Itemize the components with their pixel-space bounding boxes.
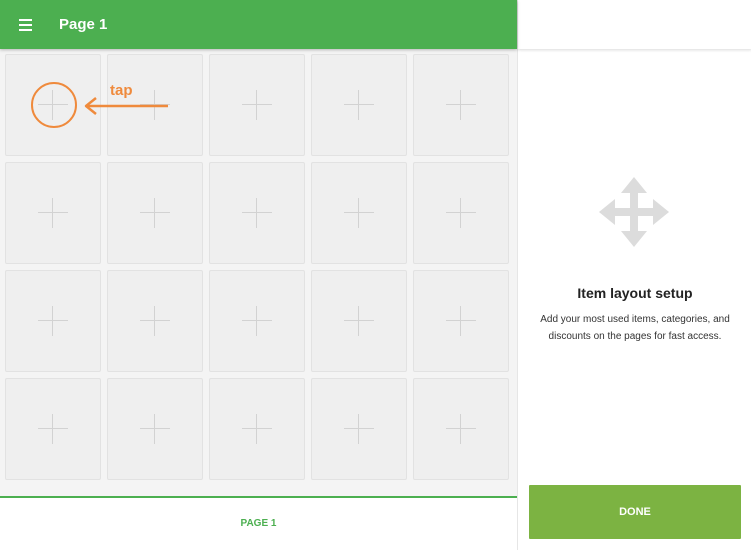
tab-page-1[interactable]: PAGE 1: [0, 498, 517, 550]
plus-icon: [344, 90, 374, 120]
item-layout-editor: Page 1 PAGE 1 tap: [0, 0, 517, 550]
empty-item-tile[interactable]: [107, 378, 203, 480]
plus-icon: [344, 198, 374, 228]
empty-item-tile[interactable]: [311, 162, 407, 264]
plus-icon: [344, 414, 374, 444]
plus-icon: [344, 306, 374, 336]
empty-item-tile[interactable]: [311, 54, 407, 156]
empty-item-tile[interactable]: [413, 162, 509, 264]
setup-title: Item layout setup: [577, 285, 693, 301]
plus-icon: [446, 414, 476, 444]
empty-item-tile[interactable]: [413, 378, 509, 480]
plus-icon: [446, 90, 476, 120]
empty-item-tile[interactable]: [311, 270, 407, 372]
page-title: Page 1: [59, 16, 108, 33]
setup-panel: Item layout setup Add your most used ite…: [517, 0, 751, 550]
empty-item-tile[interactable]: [5, 162, 101, 264]
plus-icon: [242, 306, 272, 336]
plus-icon: [38, 306, 68, 336]
arrow-left-icon: [84, 97, 168, 115]
plus-icon: [242, 198, 272, 228]
plus-icon: [38, 414, 68, 444]
empty-item-tile[interactable]: [311, 378, 407, 480]
plus-icon: [242, 90, 272, 120]
done-button[interactable]: DONE: [529, 485, 741, 539]
empty-item-tile[interactable]: [209, 378, 305, 480]
empty-item-tile[interactable]: [107, 162, 203, 264]
app-bar: Page 1: [0, 0, 517, 49]
setup-panel-header: [518, 0, 751, 49]
empty-item-tile[interactable]: [5, 270, 101, 372]
plus-icon: [38, 198, 68, 228]
plus-icon: [446, 306, 476, 336]
move-arrows-icon: [599, 177, 669, 247]
plus-icon: [446, 198, 476, 228]
plus-icon: [140, 414, 170, 444]
tap-annotation-label: tap: [110, 82, 133, 99]
plus-icon: [242, 414, 272, 444]
item-grid: [5, 54, 509, 480]
item-grid-area: [0, 49, 517, 497]
tap-highlight-circle: [31, 82, 77, 128]
setup-description: Add your most used items, categories, an…: [540, 314, 730, 342]
empty-item-tile[interactable]: [209, 162, 305, 264]
plus-icon: [140, 198, 170, 228]
empty-item-tile[interactable]: [5, 378, 101, 480]
hamburger-menu-icon[interactable]: [14, 16, 38, 34]
empty-item-tile[interactable]: [413, 270, 509, 372]
empty-item-tile[interactable]: [209, 270, 305, 372]
page-tabs-bar: PAGE 1: [0, 496, 517, 550]
empty-item-tile[interactable]: [413, 54, 509, 156]
plus-icon: [140, 306, 170, 336]
empty-item-tile[interactable]: [107, 270, 203, 372]
empty-item-tile[interactable]: [209, 54, 305, 156]
